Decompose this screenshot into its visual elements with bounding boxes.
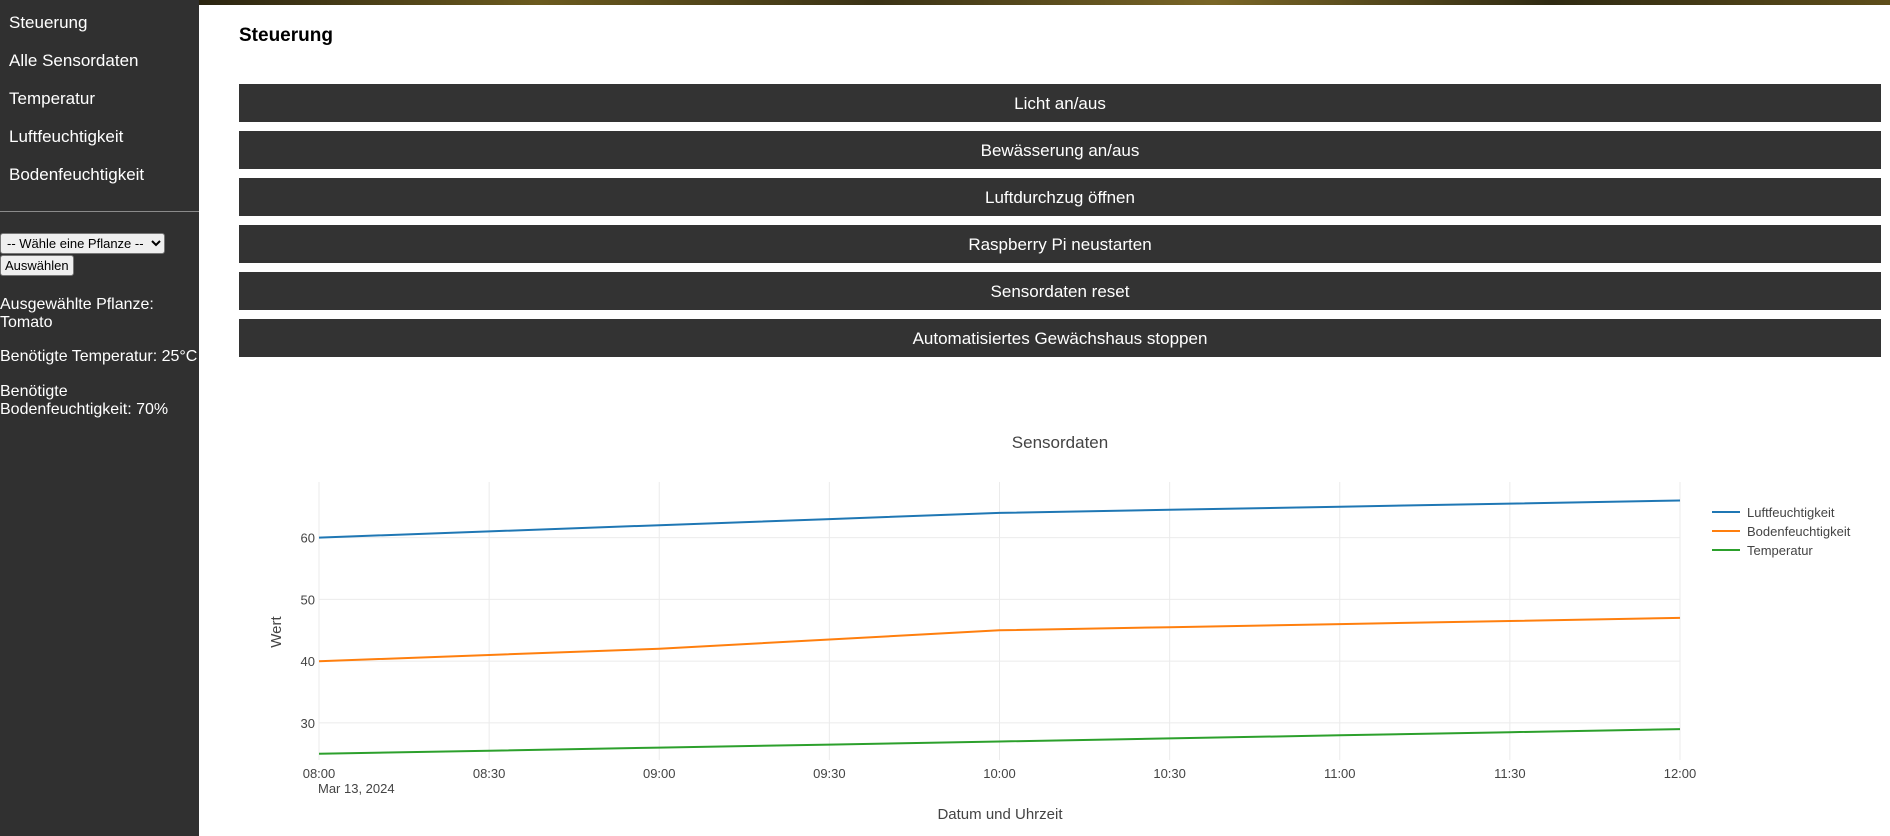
sidebar-nav: Steuerung Alle Sensordaten Temperatur Lu… <box>0 0 199 194</box>
x-axis-ticks: 08:00 08:30 09:00 09:30 10:00 10:30 11:00 11:30… <box>303 766 1697 781</box>
open-ventilation-button[interactable]: Luftdurchzug öffnen <box>239 178 1881 216</box>
legend-label: Luftfeuchtigkeit <box>1747 505 1835 520</box>
sensor-chart: Sensordaten 08:00 08:30 09:00 09:30 10:00 10:… <box>268 433 1851 823</box>
selected-plant-text: Ausgewählte Pflanze: Tomato <box>0 296 154 331</box>
y-tick-label: 30 <box>301 716 315 731</box>
stop-greenhouse-button[interactable]: Automatisiertes Gewächshaus stoppen <box>239 319 1881 357</box>
chart-title: Sensordaten <box>1012 433 1108 452</box>
nav-luftfeuchtigkeit[interactable]: Luftfeuchtigkeit <box>0 118 199 156</box>
x-axis-label: Datum und Uhrzeit <box>937 806 1063 823</box>
x-tick-label: 12:00 <box>1664 766 1697 781</box>
sidebar: Steuerung Alle Sensordaten Temperatur Lu… <box>0 0 199 836</box>
plant-select[interactable]: -- Wähle eine Pflanze -- <box>0 233 165 254</box>
y-axis-label: Wert <box>268 615 285 647</box>
x-tick-label: 10:30 <box>1153 766 1186 781</box>
select-plant-button[interactable]: Auswählen <box>0 255 74 276</box>
required-temperature-text: Benötigte Temperatur: 25°C <box>0 348 198 365</box>
required-soil-moisture-text: Benötigte Bodenfeuchtigkeit: 70% <box>0 383 169 418</box>
x-tick-label: 09:30 <box>813 766 846 781</box>
y-axis-ticks: 30 40 50 60 <box>301 531 315 731</box>
chart-legend: Luftfeuchtigkeit Bodenfeuchtigkeit Tempera… <box>1712 505 1851 558</box>
x-tick-label: 09:00 <box>643 766 676 781</box>
y-tick-label: 40 <box>301 654 315 669</box>
nav-bodenfeuchtigkeit[interactable]: Bodenfeuchtigkeit <box>0 156 199 194</box>
y-tick-label: 50 <box>301 592 315 607</box>
nav-alle-sensordaten[interactable]: Alle Sensordaten <box>0 42 199 80</box>
nav-steuerung[interactable]: Steuerung <box>0 4 199 42</box>
x-tick-label: 11:30 <box>1494 766 1526 781</box>
legend-label: Temperatur <box>1747 543 1813 558</box>
x-tick-label: 10:00 <box>983 766 1016 781</box>
legend-label: Bodenfeuchtigkeit <box>1747 524 1851 539</box>
sidebar-divider <box>0 211 199 212</box>
x-tick-label: 08:30 <box>473 766 506 781</box>
irrigation-toggle-button[interactable]: Bewässerung an/aus <box>239 131 1881 169</box>
x-tick-label: 08:00 <box>303 766 336 781</box>
light-toggle-button[interactable]: Licht an/aus <box>239 84 1881 122</box>
x-tick-label: 11:00 <box>1324 766 1356 781</box>
page-title: Steuerung <box>239 25 333 46</box>
reset-sensor-data-button[interactable]: Sensordaten reset <box>239 272 1881 310</box>
restart-raspberry-pi-button[interactable]: Raspberry Pi neustarten <box>239 225 1881 263</box>
y-tick-label: 60 <box>301 531 315 546</box>
nav-temperatur[interactable]: Temperatur <box>0 80 199 118</box>
x-axis-date-label: Mar 13, 2024 <box>318 781 395 796</box>
